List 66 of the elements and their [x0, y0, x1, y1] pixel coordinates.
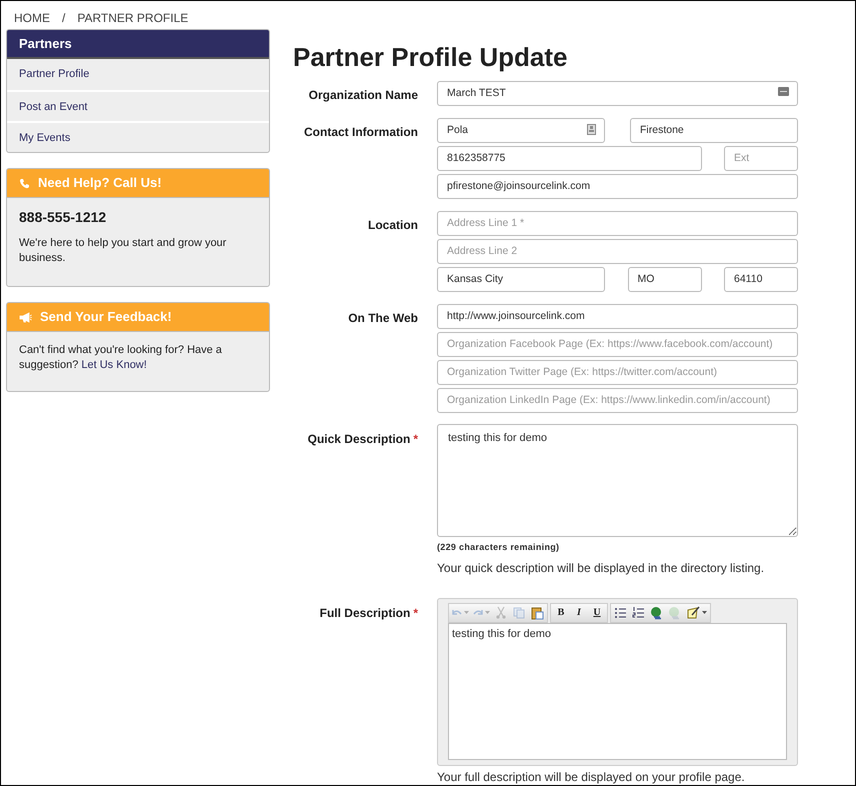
- megaphone-icon: [19, 312, 32, 322]
- input-field[interactable]: Organization Facebook Page (Ex: https://www.facebook.com/account): [437, 332, 798, 356]
- field-label: Organization Name: [308, 87, 418, 104]
- panel-title: Send Your Feedback!: [40, 308, 172, 326]
- required-mark: *: [413, 432, 418, 446]
- undo-icon: [452, 609, 462, 616]
- input-field[interactable]: pfirestone@joinsourcelink.com: [437, 174, 798, 198]
- feedback-link[interactable]: Let Us Know!: [81, 359, 147, 371]
- input-field[interactable]: MO: [628, 266, 702, 292]
- toolbar-button[interactable]: [650, 604, 664, 620]
- help-text: Your quick description will be displayed in the directory listing.: [437, 560, 766, 576]
- contact-card-icon: [587, 124, 596, 135]
- field-label: Full Description *: [318, 604, 418, 622]
- copy-icon: [512, 606, 526, 620]
- field-label: Location: [367, 217, 418, 234]
- help-text: We're here to help you start and grow your business.: [19, 236, 228, 266]
- bulleted-list-icon: [614, 606, 628, 620]
- input-field[interactable]: Ext: [724, 146, 798, 170]
- required-mark: *: [413, 606, 418, 620]
- feedback-text: Can't find what you're looking for? Have a suggestion? Let Us Know!: [19, 343, 223, 373]
- caret-icon: [485, 611, 490, 614]
- toolbar-button[interactable]: I: [572, 604, 586, 620]
- breadcrumb-separator: /: [62, 10, 66, 27]
- globe-link-icon: [650, 606, 664, 620]
- toolbar-button[interactable]: B: [554, 604, 568, 620]
- field-label: Quick Description *: [306, 431, 418, 448]
- brush-icon: [686, 606, 700, 620]
- text-area[interactable]: testing this for demo: [437, 424, 798, 537]
- toolbar-button[interactable]: [632, 604, 646, 620]
- help-text: Your full description will be displayed on your profile page.: [437, 768, 746, 785]
- input-field[interactable]: Organization LinkedIn Page (Ex: https://www.linkedin.com/in/account): [437, 388, 798, 412]
- input-field[interactable]: Firestone: [630, 118, 798, 142]
- input-field[interactable]: Address Line 1 *: [437, 210, 798, 236]
- input-field[interactable]: Address Line 2: [437, 238, 798, 264]
- input-field[interactable]: Pola: [437, 118, 605, 142]
- caret-icon: [464, 611, 469, 614]
- breadcrumb-link[interactable]: PARTNER PROFILE: [77, 9, 188, 27]
- sidebar-item[interactable]: Partner Profile: [7, 59, 269, 90]
- input-field[interactable]: 8162358775: [437, 146, 702, 170]
- phone-number: 888-555-1212: [19, 208, 108, 227]
- panel-title: Need Help? Call Us!: [38, 174, 162, 192]
- clipboard-icon: [530, 606, 544, 620]
- globe-link-icon: [668, 606, 682, 620]
- toolbar-button[interactable]: [530, 604, 544, 620]
- page-title: Partner Profile Update: [293, 42, 569, 72]
- numbered-list-icon: [632, 606, 646, 620]
- sidebar-item[interactable]: My Events: [7, 121, 269, 152]
- editor-text-area[interactable]: testing this for demo: [448, 622, 787, 760]
- redo-icon: [473, 609, 483, 616]
- input-field[interactable]: March TEST: [437, 80, 798, 106]
- card-icon: [778, 87, 789, 96]
- scissors-icon: [494, 606, 508, 620]
- phone-icon: [19, 178, 30, 188]
- input-field[interactable]: Kansas City: [437, 266, 605, 292]
- caret-icon: [702, 611, 707, 614]
- sidebar-item[interactable]: Post an Event: [7, 90, 269, 121]
- toolbar-button[interactable]: [686, 604, 707, 620]
- input-field[interactable]: Organization Twitter Page (Ex: https://twitter.com/account): [437, 360, 798, 384]
- input-field[interactable]: 64110: [724, 266, 798, 292]
- field-label: Contact Information: [303, 124, 418, 141]
- breadcrumb-link[interactable]: HOME: [14, 9, 50, 27]
- character-counter: (229 characters remaining): [437, 541, 560, 554]
- input-field[interactable]: http://www.joinsourcelink.com: [437, 304, 798, 328]
- toolbar-button[interactable]: U: [590, 604, 604, 620]
- field-label: On The Web: [347, 310, 418, 327]
- panel-header: Partners: [7, 30, 269, 59]
